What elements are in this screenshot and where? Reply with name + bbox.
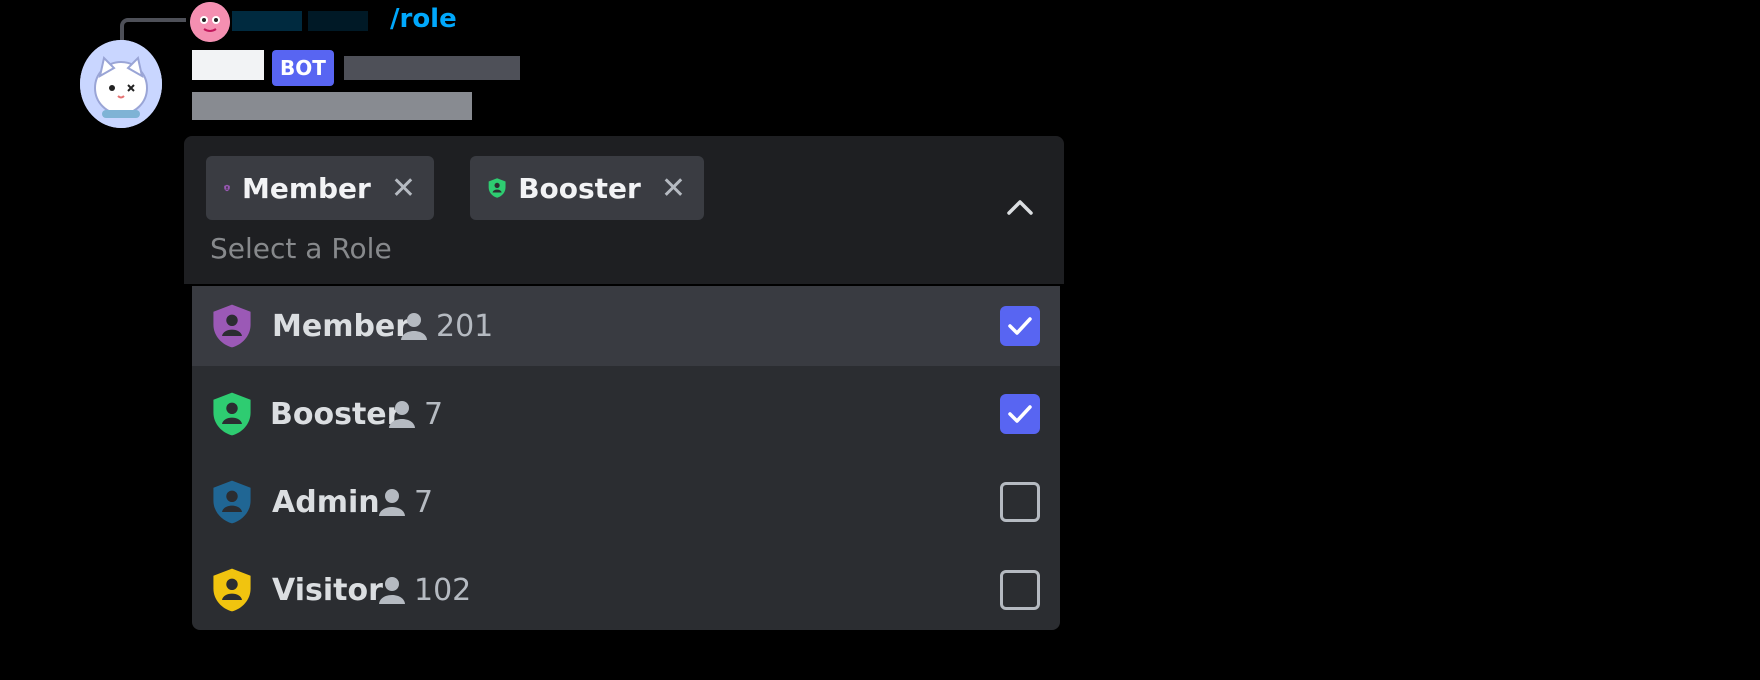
option-member[interactable]: Member 201 — [192, 286, 1060, 366]
reply-command[interactable]: /role — [390, 4, 457, 34]
member-count: 7 — [388, 397, 443, 432]
option-name: Booster — [270, 396, 402, 432]
shield-user-icon — [224, 184, 230, 192]
message-timestamp — [344, 56, 520, 80]
option-checkbox[interactable] — [1000, 482, 1040, 522]
message-content — [192, 92, 472, 120]
option-name: Member — [272, 308, 411, 344]
option-visitor[interactable]: Visitor 102 — [192, 550, 1060, 630]
shield-user-icon — [213, 392, 251, 436]
user-icon — [379, 489, 405, 516]
shield-user-icon — [488, 178, 506, 198]
user-icon — [389, 401, 415, 428]
checkmark-icon — [1008, 317, 1032, 335]
bot-tag: BOT — [272, 50, 334, 86]
selected-chip-member[interactable]: Member ✕ — [206, 156, 434, 220]
close-icon[interactable]: ✕ — [391, 171, 416, 206]
chevron-up-icon[interactable] — [1006, 198, 1034, 216]
chip-label: Booster — [518, 171, 641, 205]
member-count: 102 — [378, 573, 471, 608]
reply-username[interactable] — [232, 6, 368, 32]
option-checkbox[interactable] — [1000, 394, 1040, 434]
option-booster[interactable]: Booster 7 — [192, 374, 1060, 454]
shield-user-icon — [213, 304, 251, 348]
reply-avatar[interactable] — [190, 2, 230, 42]
option-name: Admin — [272, 484, 380, 520]
member-count: 7 — [378, 485, 433, 520]
role-options-menu: Member 201 Booster 7 Admin 7 Visitor 102 — [192, 286, 1060, 630]
option-admin[interactable]: Admin 7 — [192, 462, 1060, 542]
selected-chip-booster[interactable]: Booster ✕ — [470, 156, 704, 220]
option-checkbox[interactable] — [1000, 306, 1040, 346]
member-count: 201 — [400, 309, 493, 344]
bot-username[interactable] — [192, 50, 264, 80]
shield-user-icon — [213, 480, 251, 524]
close-icon[interactable]: ✕ — [661, 171, 686, 206]
role-select[interactable]: Member ✕ Booster ✕ Select a Role — [184, 136, 1064, 284]
reply-connector — [120, 18, 186, 40]
user-icon — [379, 577, 405, 604]
checkmark-icon — [1008, 405, 1032, 423]
shield-user-icon — [213, 568, 251, 612]
option-checkbox[interactable] — [1000, 570, 1040, 610]
chip-label: Member — [241, 171, 371, 205]
user-icon — [401, 313, 427, 340]
select-placeholder: Select a Role — [210, 232, 392, 265]
bot-avatar[interactable] — [80, 40, 162, 128]
option-name: Visitor — [272, 572, 383, 608]
